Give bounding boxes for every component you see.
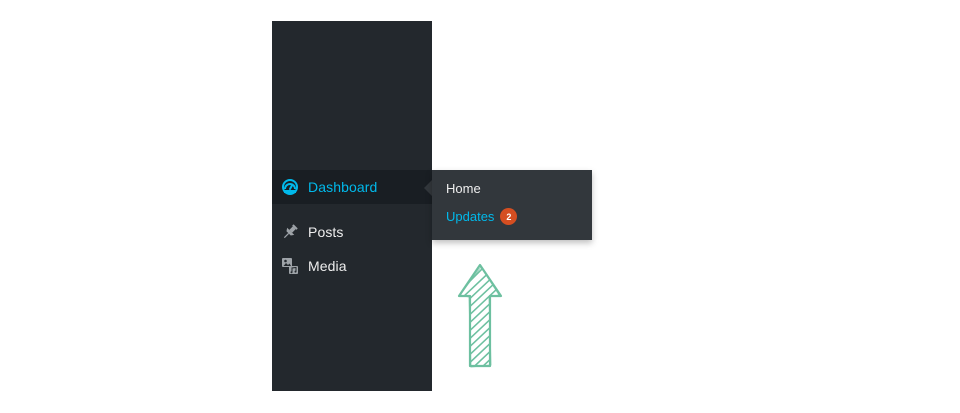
sidebar-item-label: Dashboard [308, 179, 378, 195]
flyout-pointer [424, 180, 432, 196]
sidebar-item-dashboard[interactable]: Dashboard [272, 170, 432, 204]
sidebar-item-label: Posts [308, 224, 344, 240]
sidebar-item-posts[interactable]: Posts [272, 215, 432, 249]
submenu-item-updates[interactable]: Updates 2 [446, 208, 518, 225]
submenu-item-home[interactable]: Home [446, 181, 481, 196]
admin-sidebar-menu: Dashboard Posts Media [272, 21, 432, 391]
stage: Dashboard Posts Media Home Updates 2 [0, 0, 960, 413]
dashboard-icon [280, 177, 300, 197]
dashboard-submenu-flyout: Home Updates 2 [432, 170, 592, 240]
submenu-item-label: Updates [446, 209, 495, 224]
media-icon [280, 256, 300, 276]
pushpin-icon [280, 222, 300, 242]
update-count-badge: 2 [500, 208, 518, 225]
sidebar-item-label: Media [308, 258, 347, 274]
submenu-item-label: Home [446, 181, 481, 196]
sidebar-item-media[interactable]: Media [272, 249, 432, 283]
hand-drawn-arrow-up-icon [457, 263, 503, 368]
